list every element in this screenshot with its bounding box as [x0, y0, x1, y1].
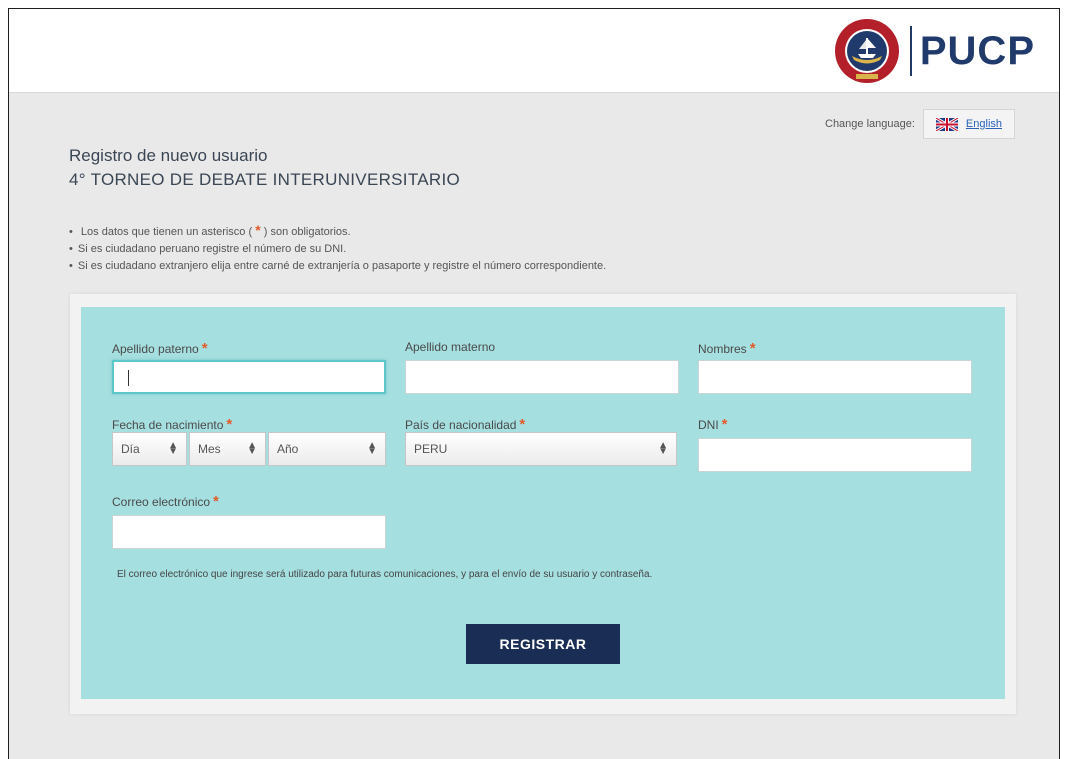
page-subtitle: 4° TORNEO DE DEBATE INTERUNIVERSITARIO	[69, 170, 461, 189]
english-language-button[interactable]: English	[922, 109, 1015, 139]
pais-select[interactable]: PERU ▲ ▼	[405, 432, 677, 466]
text-caret	[128, 370, 129, 386]
header: PUCP	[9, 9, 1059, 93]
select-arrows-icon: ▲ ▼	[168, 440, 178, 457]
language-switcher: Change language: English	[825, 109, 1015, 139]
correo-input[interactable]	[112, 515, 386, 549]
fecha-nacimiento-label: Fecha de nacimiento *	[112, 416, 233, 433]
dni-label: DNI *	[698, 416, 728, 433]
pais-nacionalidad-label: País de nacionalidad *	[405, 416, 526, 433]
pucp-seal-icon	[834, 19, 899, 83]
pucp-logo[interactable]: PUCP	[834, 19, 1035, 83]
instruction-peruano: Si es ciudadano peruano registre el núme…	[69, 241, 606, 258]
dia-select[interactable]: Día ▲ ▼	[112, 432, 187, 466]
email-hint: El correo electrónico que ingrese será u…	[117, 569, 653, 580]
asterisk-marker: *	[255, 222, 261, 238]
select-arrows-icon: ▲ ▼	[247, 440, 257, 457]
dni-input[interactable]	[698, 438, 972, 472]
anio-select[interactable]: Año ▲ ▼	[268, 432, 386, 466]
instructions-list: Los datos que tienen un asterisco ( * ) …	[69, 222, 606, 275]
registrar-button[interactable]: REGISTRAR	[466, 624, 620, 664]
logo-divider	[909, 26, 912, 76]
nombres-input[interactable]	[698, 360, 972, 394]
apellido-paterno-label: Apellido paterno *	[112, 340, 208, 357]
page-title: Registro de nuevo usuario	[69, 146, 268, 165]
uk-flag-icon	[935, 117, 958, 131]
instruction-extranjero: Si es ciudadano extranjero elija entre c…	[69, 258, 606, 275]
apellido-materno-input[interactable]	[405, 360, 679, 394]
nombres-label: Nombres *	[698, 340, 756, 357]
correo-label: Correo electrónico *	[112, 493, 219, 510]
registration-form: Apellido paterno * Apellido materno Nombr…	[81, 307, 1005, 699]
select-arrows-icon: ▲ ▼	[658, 440, 668, 457]
form-card: Apellido paterno * Apellido materno Nombr…	[70, 294, 1016, 714]
logo-text: PUCP	[919, 28, 1035, 73]
instruction-required: Los datos que tienen un asterisco ( * ) …	[69, 222, 606, 241]
apellido-materno-label: Apellido materno	[405, 340, 496, 354]
page-frame: PUCP Change language: English Registro d…	[8, 8, 1060, 759]
mes-select[interactable]: Mes ▲ ▼	[189, 432, 266, 466]
select-arrows-icon: ▲ ▼	[367, 440, 377, 457]
english-link[interactable]: English	[966, 118, 1002, 130]
apellido-paterno-input[interactable]	[112, 360, 386, 394]
change-language-label: Change language:	[825, 118, 915, 130]
